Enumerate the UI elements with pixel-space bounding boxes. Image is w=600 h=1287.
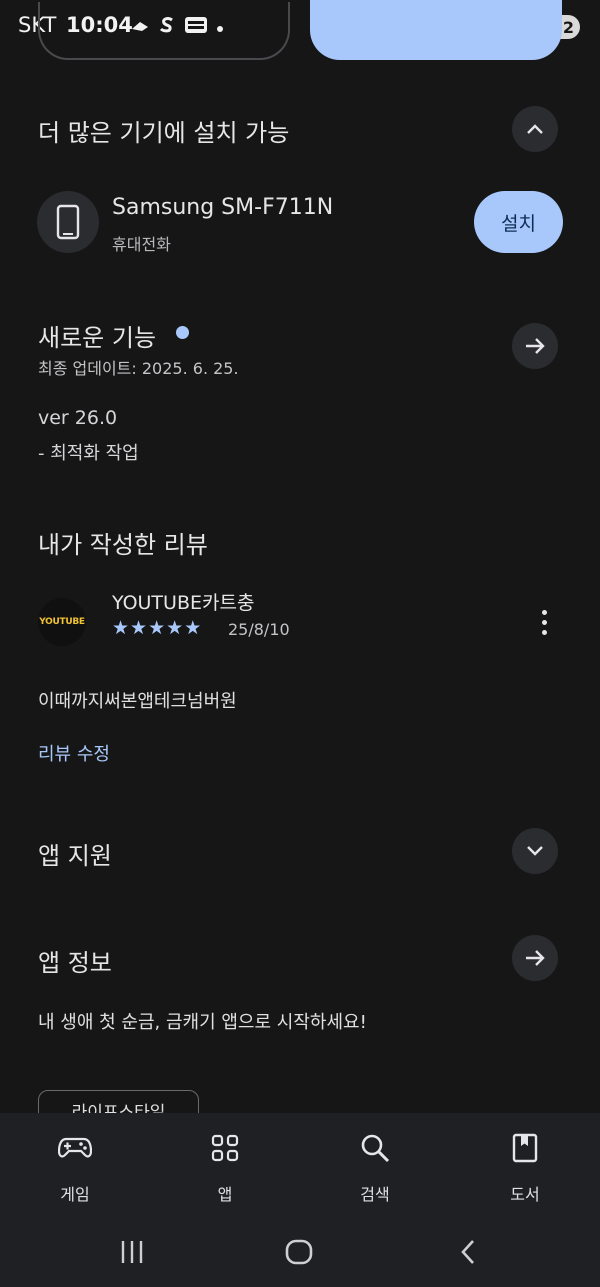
- star-icon: ★: [184, 617, 202, 639]
- star-icon: ★: [148, 617, 166, 639]
- update-note: - 최적화 작업: [38, 443, 139, 464]
- last-update-date: 최종 업데이트: 2025. 6. 25.: [38, 359, 239, 378]
- play-store-app-details-page: SKT 10:04 32 더 많은 기기에 설치 가능 Samsung SM-F…: [0, 0, 600, 1287]
- nav-label-search: 검색: [360, 1185, 390, 1204]
- device-name: Samsung SM-F711N: [112, 195, 334, 220]
- back-icon: [461, 1240, 474, 1264]
- whats-new-arrow-button[interactable]: [512, 323, 558, 369]
- app-support-title: 앱 지원: [38, 842, 112, 870]
- arrow-right-icon: [526, 950, 545, 966]
- more-vert-icon: [541, 609, 547, 615]
- nav-item-games[interactable]: 게임: [15, 1113, 135, 1213]
- avatar-text: YOUTUBE: [39, 617, 85, 627]
- nav-label-books: 도서: [510, 1185, 540, 1204]
- device-type: 휴대전화: [112, 235, 171, 254]
- top-filled-button[interactable]: [310, 0, 562, 60]
- book-icon: [512, 1133, 538, 1163]
- search-icon: [360, 1133, 390, 1163]
- star-icon: ★: [112, 617, 130, 639]
- bottom-navigation: 게임 앱 검색 도서: [0, 1113, 600, 1213]
- top-outline-button[interactable]: [38, 2, 290, 60]
- nav-item-search[interactable]: 검색: [315, 1113, 435, 1213]
- nav-item-books[interactable]: 도서: [465, 1113, 585, 1213]
- recent-apps-button[interactable]: [112, 1237, 152, 1267]
- install-more-devices-title: 더 많은 기기에 설치 가능: [38, 119, 290, 147]
- chevron-up-icon: [527, 124, 543, 134]
- app-info-title: 앱 정보: [38, 949, 112, 977]
- device-icon-container: [37, 191, 99, 253]
- chevron-down-icon: [527, 846, 543, 856]
- system-navigation-bar: [0, 1213, 600, 1287]
- star-rating: ★ ★ ★ ★ ★: [112, 617, 201, 639]
- recents-icon: [121, 1241, 143, 1263]
- app-support-expand-button[interactable]: [512, 828, 558, 874]
- install-button[interactable]: 설치: [474, 191, 563, 253]
- whats-new-title: 새로운 기능: [38, 324, 157, 352]
- apps-grid-icon: [211, 1133, 239, 1163]
- arrow-right-icon: [526, 338, 545, 354]
- review-more-options-button[interactable]: [528, 604, 560, 640]
- home-button[interactable]: [279, 1237, 319, 1267]
- review-text: 이때까지써본앱테크넘버원: [38, 691, 237, 712]
- gamepad-icon: [58, 1133, 92, 1163]
- back-button[interactable]: [448, 1237, 488, 1267]
- nav-label-games: 게임: [60, 1185, 90, 1204]
- edit-review-link[interactable]: 리뷰 수정: [38, 740, 110, 766]
- review-date: 25/8/10: [228, 620, 290, 639]
- phone-icon: [56, 204, 80, 240]
- version-text: ver 26.0: [38, 407, 118, 429]
- star-icon: ★: [166, 617, 184, 639]
- app-description: 내 생애 첫 순금, 금캐기 앱으로 시작하세요!: [38, 1012, 367, 1033]
- my-review-title: 내가 작성한 리뷰: [38, 531, 208, 559]
- nav-item-apps[interactable]: 앱: [165, 1113, 285, 1213]
- nav-label-apps: 앱: [217, 1185, 233, 1204]
- new-indicator-dot: [176, 326, 189, 339]
- star-icon: ★: [130, 617, 148, 639]
- home-icon: [285, 1239, 313, 1265]
- reviewer-name: YOUTUBE카트충: [112, 592, 255, 614]
- avatar: YOUTUBE: [38, 598, 86, 646]
- collapse-button[interactable]: [512, 106, 558, 152]
- app-info-arrow-button[interactable]: [512, 935, 558, 981]
